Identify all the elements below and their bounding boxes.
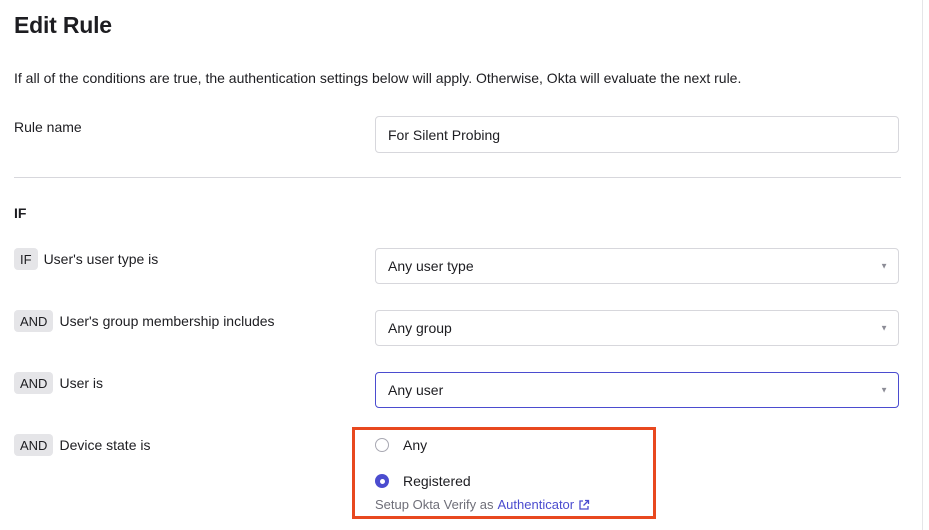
authenticator-helper: Setup Okta Verify as Authenticator [375,497,590,512]
external-link-icon [579,499,590,510]
chevron-down-icon: ▼ [880,385,888,395]
user-type-value: Any user type [388,258,474,274]
authenticator-link-label: Authenticator [497,497,575,512]
condition-user-type: IF User's user type is [14,248,158,270]
radio-button-checked[interactable] [375,474,389,488]
condition-label: User's group membership includes [59,313,275,329]
radio-option-any[interactable]: Any [375,437,427,453]
if-section-heading: IF [14,205,27,221]
radio-button[interactable] [375,438,389,452]
chevron-down-icon: ▼ [880,323,888,333]
rule-name-input[interactable]: For Silent Probing [375,116,899,153]
section-divider [14,177,901,178]
radio-label: Any [403,437,428,453]
condition-label: User is [59,375,104,391]
chevron-down-icon: ▼ [880,261,888,271]
rule-name-label: Rule name [14,119,82,135]
operator-pill: AND [14,310,54,332]
radio-option-registered[interactable]: Registered [375,473,471,489]
operator-pill: IF [14,248,38,270]
user-is-select[interactable]: Any user ▼ [375,372,899,408]
condition-device-state: AND Device state is [14,434,151,456]
group-membership-select[interactable]: Any group ▼ [375,310,899,346]
rule-name-value: For Silent Probing [388,126,501,143]
page-title: Edit Rule [14,12,112,38]
condition-label: User's user type is [43,251,159,267]
radio-label: Registered [403,473,471,489]
condition-group-membership: AND User's group membership includes [14,310,275,332]
panel-edge [922,0,923,530]
authenticator-link[interactable]: Authenticator [498,497,591,512]
group-membership-value: Any group [388,320,452,336]
operator-pill: AND [14,372,54,394]
condition-label: Device state is [59,437,151,453]
condition-user-is: AND User is [14,372,103,394]
page-description: If all of the conditions are true, the a… [14,70,742,86]
helper-text: Setup Okta Verify as [375,497,494,512]
operator-pill: AND [14,434,54,456]
user-type-select[interactable]: Any user type ▼ [375,248,899,284]
user-is-value: Any user [388,382,444,398]
